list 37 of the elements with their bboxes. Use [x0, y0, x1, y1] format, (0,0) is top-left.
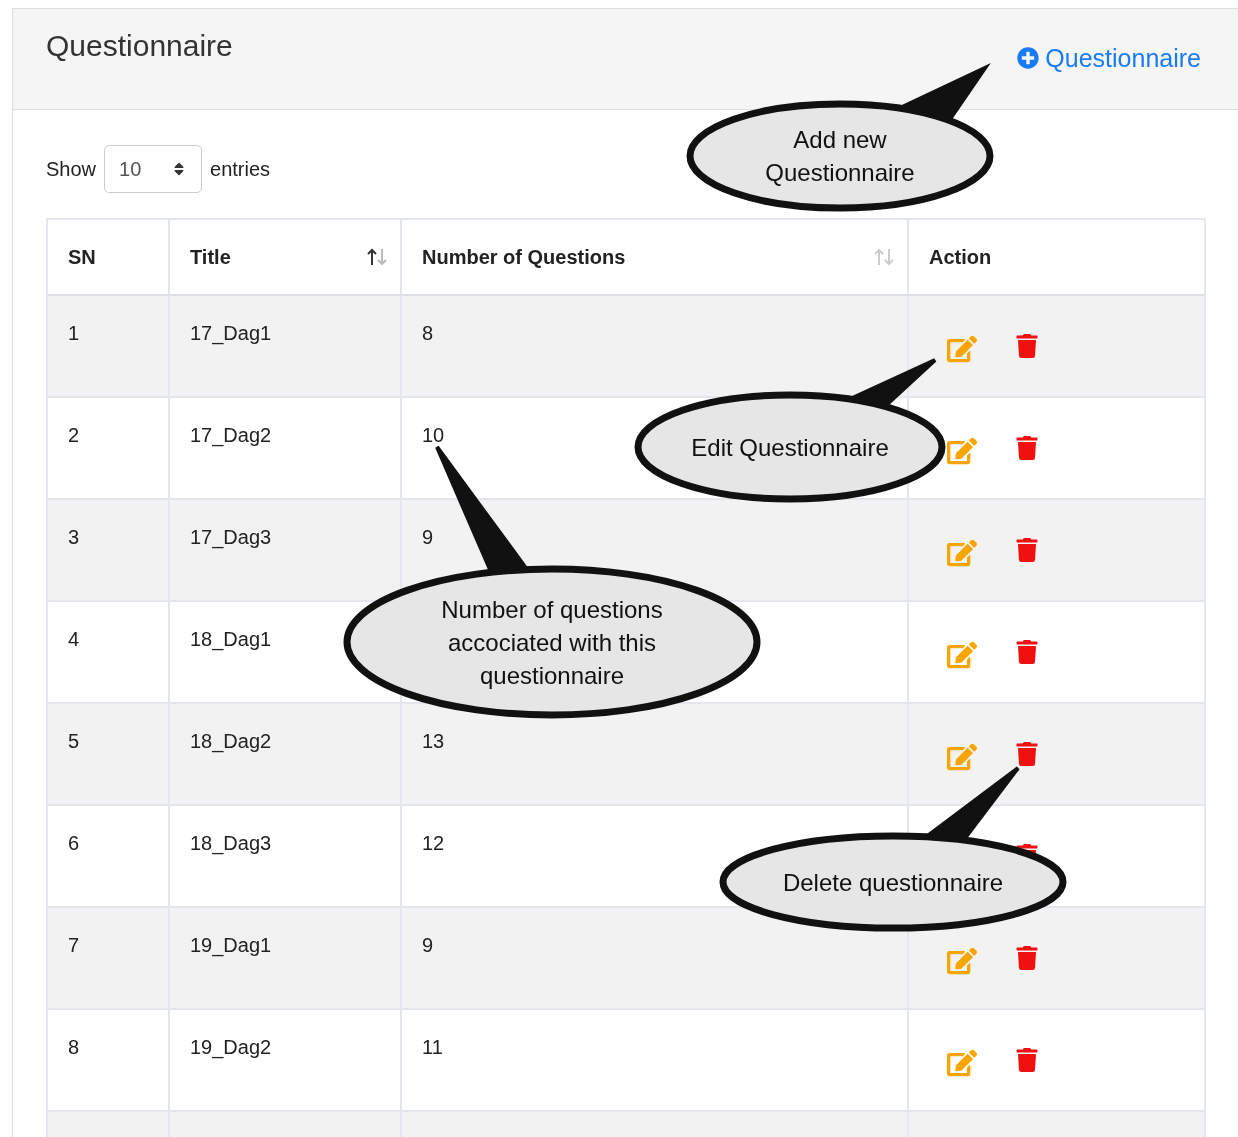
table-cell: 19_Dag2 — [190, 1036, 272, 1058]
table-cell: 18_Dag2 — [190, 730, 272, 752]
add-questionnaire-link[interactable]: Questionnaire — [1017, 43, 1201, 73]
table-cell: 6 — [68, 832, 80, 854]
table-cell: 4 — [68, 628, 80, 650]
table-cell: 12 — [422, 832, 445, 854]
table-cell: 17_Dag2 — [190, 424, 272, 446]
table-cell: 18_Dag3 — [190, 832, 272, 854]
callout-text: Add new Questionnaire — [764, 125, 916, 188]
table-cell: 9 — [422, 934, 434, 956]
table-cell: 19_Dag1 — [190, 934, 272, 956]
table-cell: 10 — [422, 424, 445, 446]
table-cell: 17_Dag3 — [190, 526, 272, 548]
table-cell: 9 — [422, 526, 434, 548]
callout-text: Delete questionnaire — [782, 867, 1004, 898]
table-cell: 7 — [68, 934, 80, 956]
entries-label: entries — [210, 157, 271, 181]
table-cell: 3 — [68, 526, 80, 548]
entries-select[interactable]: 10 — [104, 145, 203, 193]
table-cell: 2 — [68, 424, 80, 446]
panel-title: Questionnaire — [46, 29, 233, 64]
table-cell: 18_Dag1 — [190, 628, 272, 650]
column-label: Title — [190, 245, 231, 269]
table-cell: 5 — [68, 730, 80, 752]
table-cell: 8 — [68, 1036, 80, 1058]
column-label: SN — [68, 245, 96, 269]
column-label: Number of Questions — [422, 245, 626, 269]
table-cell: 11 — [422, 1036, 443, 1058]
callout-text: Edit Questionnaire — [691, 432, 889, 463]
table-cell: 17_Dag1 — [190, 322, 272, 344]
show-label: Show — [46, 157, 97, 181]
table-cell: 13 — [422, 730, 445, 752]
column-label: Action — [929, 245, 992, 269]
table-cell: 1 — [68, 322, 80, 344]
callout-text: Number of questions accociated with this questionnaire — [440, 594, 664, 691]
table-cell: 8 — [422, 322, 434, 344]
sort-icon[interactable] — [366, 247, 388, 267]
